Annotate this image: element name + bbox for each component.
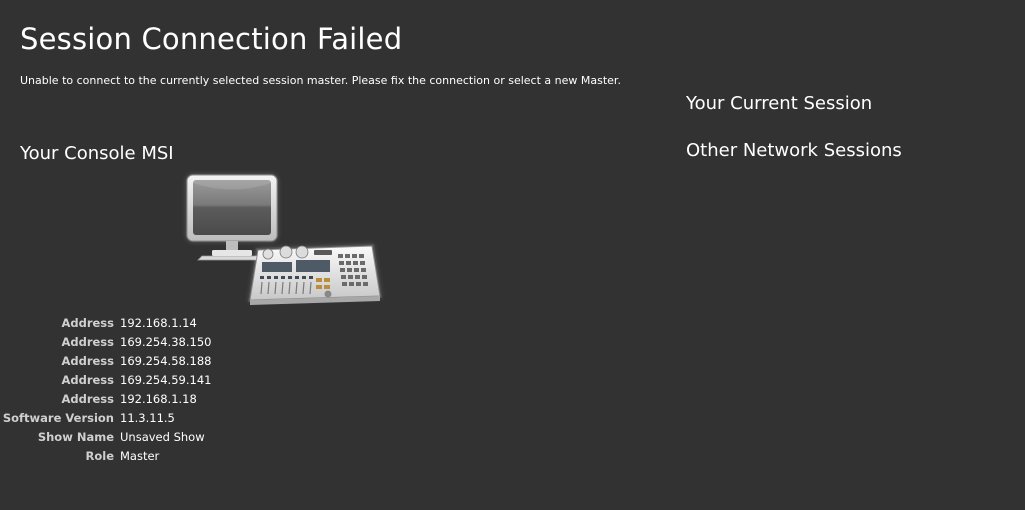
detail-value: 192.168.1.18 [120,391,197,406]
console-heading: Your Console MSI [20,143,174,164]
detail-label: Address [61,372,114,387]
detail-value: 169.254.59.141 [120,372,212,387]
console-details: Address 192.168.1.14 Address 169.254.38.… [0,313,330,465]
detail-row-address-4: Address 169.254.59.141 [0,370,330,389]
detail-row-software-version: Software Version 11.3.11.5 [0,408,330,427]
detail-value: 169.254.58.188 [120,353,212,368]
detail-row-address-3: Address 169.254.58.188 [0,351,330,370]
detail-label: Address [61,334,114,349]
detail-label: Address [61,391,114,406]
detail-value: 11.3.11.5 [120,410,175,425]
other-sessions-heading: Other Network Sessions [686,140,902,161]
page-title: Session Connection Failed [20,22,403,56]
detail-label: Show Name [37,429,114,444]
session-failed-page: Session Connection Failed Unable to conn… [0,0,1025,510]
detail-row-address-2: Address 169.254.38.150 [0,332,330,351]
current-session-heading: Your Current Session [686,93,873,114]
detail-label: Address [61,353,114,368]
error-message: Unable to connect to the currently selec… [20,74,621,87]
detail-value: 192.168.1.14 [120,315,197,330]
detail-value: Unsaved Show [120,429,205,444]
detail-row-address-1: Address 192.168.1.14 [0,313,330,332]
detail-value: 169.254.38.150 [120,334,212,349]
detail-label: Software Version [2,410,114,425]
detail-row-show-name: Show Name Unsaved Show [0,427,330,446]
detail-row-role: Role Master [0,446,330,465]
detail-row-address-5: Address 192.168.1.18 [0,389,330,408]
detail-value: Master [120,448,160,463]
lighting-console-icon [186,174,382,305]
detail-label: Role [85,448,115,463]
detail-label: Address [61,315,114,330]
